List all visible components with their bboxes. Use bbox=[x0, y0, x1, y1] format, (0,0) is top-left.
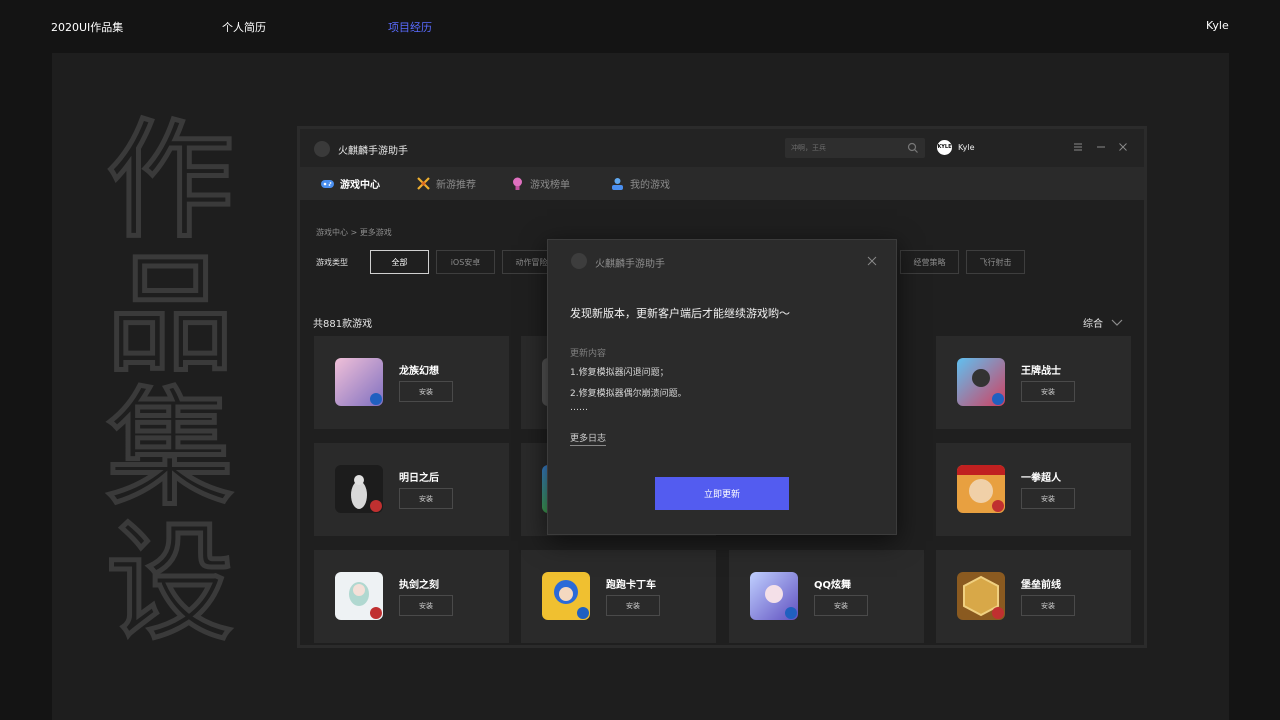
avatar[interactable]: KYLE bbox=[937, 140, 952, 155]
chevron-down-icon bbox=[1111, 319, 1123, 326]
tab-label: 游戏榜单 bbox=[530, 180, 570, 191]
game-count: 共881款游戏 bbox=[313, 319, 373, 330]
sort-label: 综合 bbox=[1083, 319, 1103, 330]
close-icon[interactable] bbox=[1117, 141, 1129, 153]
tab-new-games[interactable]: 新游推荐 bbox=[416, 167, 476, 200]
close-icon[interactable] bbox=[866, 255, 878, 267]
game-name: 一拳超人 bbox=[1021, 473, 1061, 484]
game-name: 王牌战士 bbox=[1021, 366, 1061, 377]
game-icon bbox=[957, 358, 1005, 406]
gamepad-icon bbox=[321, 180, 334, 188]
deco-char: 作 bbox=[105, 107, 234, 256]
game-icon bbox=[957, 572, 1005, 620]
game-icon bbox=[957, 465, 1005, 513]
game-icon bbox=[542, 572, 590, 620]
changelog-line: 1.修复模拟器闪退问题； bbox=[570, 368, 669, 378]
decorative-outline-text: 作 品 集 设 bbox=[100, 107, 240, 658]
update-now-button[interactable]: 立即更新 bbox=[655, 477, 789, 510]
tab-game-center[interactable]: 游戏中心 bbox=[320, 167, 380, 200]
game-name: 执剑之刻 bbox=[399, 580, 439, 591]
top-nav: 2020UI作品集 个人简历 项目经历 Kyle bbox=[0, 0, 1280, 52]
tab-rankings[interactable]: 游戏榜单 bbox=[510, 167, 570, 200]
changelog-line: …… bbox=[570, 403, 588, 413]
game-card[interactable]: QQ炫舞 安装 bbox=[729, 550, 924, 643]
game-card[interactable]: 王牌战士 安装 bbox=[936, 336, 1131, 429]
trophy-icon bbox=[513, 177, 522, 190]
install-button[interactable]: 安装 bbox=[1021, 488, 1075, 509]
install-button[interactable]: 安装 bbox=[606, 595, 660, 616]
filter-chip-ios-android[interactable]: iOS安卓 bbox=[436, 250, 495, 274]
tab-my-games[interactable]: 我的游戏 bbox=[610, 167, 670, 200]
user-name[interactable]: Kyle bbox=[958, 143, 975, 152]
install-button[interactable]: 安装 bbox=[399, 381, 453, 402]
tab-bar: 游戏中心 新游推荐 游戏榜单 我的游戏 bbox=[300, 167, 1144, 200]
install-button[interactable]: 安装 bbox=[399, 595, 453, 616]
game-icon bbox=[335, 572, 383, 620]
dialog-headline: 发现新版本，更新客户端后才能继续游戏哟～ bbox=[570, 307, 790, 320]
tab-label: 新游推荐 bbox=[436, 180, 476, 191]
user-icon bbox=[612, 178, 623, 190]
changelog-line: 2.修复模拟器偶尔崩溃问题。 bbox=[570, 389, 687, 399]
game-name: 明日之后 bbox=[399, 473, 439, 484]
game-icon bbox=[335, 358, 383, 406]
sort-dropdown[interactable]: 综合 bbox=[1083, 315, 1123, 330]
install-button[interactable]: 安装 bbox=[1021, 595, 1075, 616]
deco-char: 品 bbox=[105, 241, 234, 390]
deco-char: 设 bbox=[105, 509, 234, 658]
game-icon bbox=[335, 465, 383, 513]
nav-projects[interactable]: 项目经历 bbox=[388, 19, 432, 35]
search-icon[interactable] bbox=[907, 142, 919, 154]
crossed-swords-icon bbox=[417, 177, 430, 190]
breadcrumb: 游戏中心 > 更多游戏 bbox=[316, 228, 392, 237]
tab-label: 游戏中心 bbox=[340, 180, 380, 191]
nav-user[interactable]: Kyle bbox=[1206, 19, 1229, 32]
more-logs-link[interactable]: 更多日志 bbox=[570, 431, 607, 446]
dialog-subtitle: 更新内容 bbox=[570, 349, 607, 359]
install-button[interactable]: 安装 bbox=[399, 488, 453, 509]
game-name: 跑跑卡丁车 bbox=[606, 580, 656, 591]
app-title: 火麒麟手游助手 bbox=[338, 146, 408, 157]
menu-icon[interactable] bbox=[1072, 141, 1084, 153]
nav-portfolio[interactable]: 2020UI作品集 bbox=[51, 19, 123, 35]
filter-label: 游戏类型 bbox=[316, 258, 348, 267]
minimize-icon[interactable] bbox=[1095, 141, 1107, 153]
title-bar: 火麒麟手游助手 KYLE Kyle bbox=[300, 129, 1144, 167]
dialog-logo bbox=[571, 253, 587, 269]
deco-char: 集 bbox=[105, 375, 234, 524]
game-card[interactable]: 执剑之刻 安装 bbox=[314, 550, 509, 643]
game-card[interactable]: 跑跑卡丁车 安装 bbox=[521, 550, 716, 643]
filter-chip-all[interactable]: 全部 bbox=[370, 250, 429, 274]
game-card[interactable]: 龙族幻想 安装 bbox=[314, 336, 509, 429]
install-button[interactable]: 安装 bbox=[814, 595, 868, 616]
nav-resume[interactable]: 个人简历 bbox=[222, 19, 266, 35]
app-logo bbox=[314, 141, 330, 157]
filter-chip-shooter[interactable]: 飞行射击 bbox=[966, 250, 1025, 274]
game-icon bbox=[750, 572, 798, 620]
game-card[interactable]: 堡垒前线 安装 bbox=[936, 550, 1131, 643]
dialog-title: 火麒麟手游助手 bbox=[595, 259, 665, 270]
game-card[interactable]: 明日之后 安装 bbox=[314, 443, 509, 536]
game-card[interactable]: 一拳超人 安装 bbox=[936, 443, 1131, 536]
update-dialog: 火麒麟手游助手 发现新版本，更新客户端后才能继续游戏哟～ 更新内容 1.修复模拟… bbox=[547, 239, 897, 535]
search-box[interactable] bbox=[785, 138, 925, 158]
game-name: 龙族幻想 bbox=[399, 366, 439, 377]
install-button[interactable]: 安装 bbox=[1021, 381, 1075, 402]
game-name: 堡垒前线 bbox=[1021, 580, 1061, 591]
game-name: QQ炫舞 bbox=[814, 580, 852, 591]
filter-chip-strategy[interactable]: 经营策略 bbox=[900, 250, 959, 274]
tab-label: 我的游戏 bbox=[630, 180, 670, 191]
search-input[interactable] bbox=[791, 141, 901, 155]
